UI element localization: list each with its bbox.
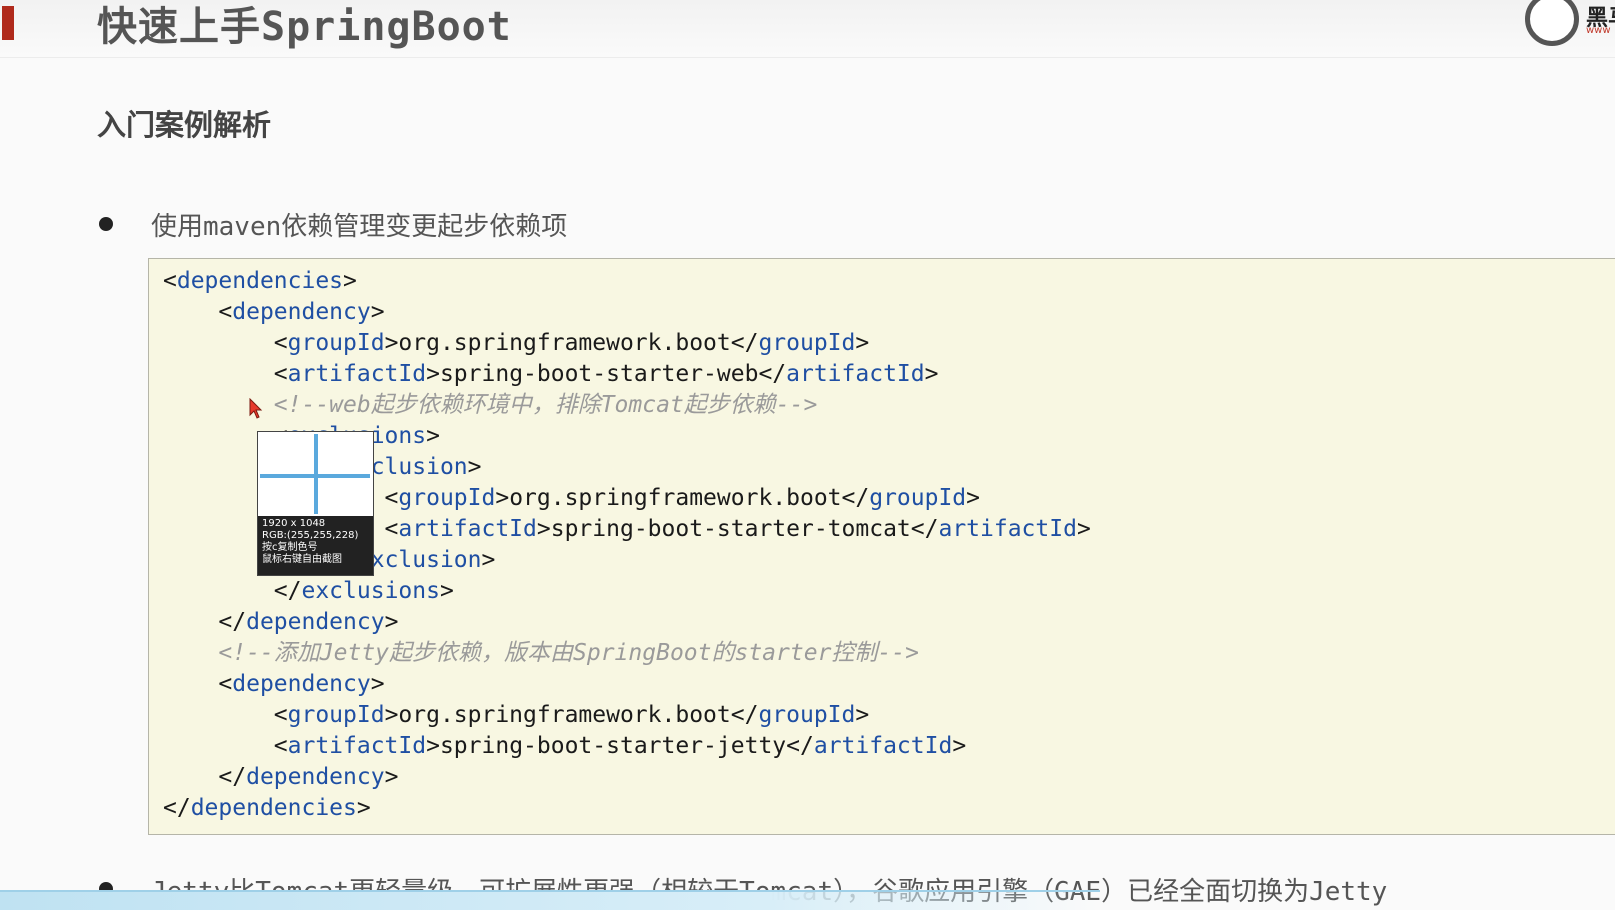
xml-tag-name: exclusions xyxy=(301,578,440,604)
xml-tag-name: artifactId xyxy=(938,516,1077,542)
xml-tag-name: dependencies xyxy=(176,268,344,294)
mouse-cursor-icon xyxy=(249,398,263,419)
xml-tag-name: dependency xyxy=(246,609,385,635)
code-line: <groupId>org.springframework.boot</group… xyxy=(163,328,869,359)
color-picker-info: 1920 x 1048 RGB:(255,255,228) 按c复制色号 鼠标右… xyxy=(258,516,373,575)
xml-text: > xyxy=(356,795,371,821)
xml-text: >spring-boot-starter-jetty</ xyxy=(426,733,814,759)
xml-text: >org.springframework.boot</ xyxy=(384,330,759,356)
xml-tag-name: artifactId xyxy=(813,733,953,759)
code-line: <dependency> xyxy=(163,297,385,328)
picker-size: 1920 x 1048 xyxy=(262,518,326,529)
xml-text: > xyxy=(370,671,385,697)
code-line: <dependency> xyxy=(163,669,385,700)
xml-text: < xyxy=(163,299,233,325)
xml-tag-name: dependencies xyxy=(190,795,357,821)
xml-tag-name: groupId xyxy=(758,702,856,728)
code-line: <artifactId>spring-boot-starter-jetty</a… xyxy=(163,731,966,762)
xml-text: < xyxy=(163,330,288,356)
xml-text: < xyxy=(163,361,288,387)
footer-decoration xyxy=(0,890,1100,910)
code-comment: <!--web起步依赖环境中，排除Tomcat起步依赖--> xyxy=(273,392,818,418)
xml-tag-name: exclusion xyxy=(356,547,482,573)
xml-text: > xyxy=(467,454,482,480)
xml-text: < xyxy=(163,268,177,294)
xml-text: >org.springframework.boot</ xyxy=(495,485,870,511)
xml-tag-name: groupId xyxy=(287,702,385,728)
xml-tag-name: groupId xyxy=(398,485,496,511)
picker-hint-copy: 按c复制色号 xyxy=(262,542,318,553)
xml-text: < xyxy=(163,733,288,759)
xml-text: >spring-boot-starter-web</ xyxy=(426,361,787,387)
xml-text: > xyxy=(370,299,385,325)
code-line: <artifactId>spring-boot-starter-web</art… xyxy=(163,359,939,390)
xml-tag-name: artifactId xyxy=(398,516,537,542)
header-accent-bar xyxy=(2,6,14,40)
xml-tag-name: groupId xyxy=(758,330,856,356)
brand-logo-url: www xyxy=(1586,25,1611,36)
section-title: 入门案例解析 xyxy=(97,108,272,142)
xml-text: > xyxy=(384,764,399,790)
code-line: </dependency> xyxy=(163,607,398,638)
code-line: </dependency> xyxy=(163,762,398,793)
xml-tag-name: artifactId xyxy=(786,361,925,387)
picker-rgb: RGB:(255,255,228) xyxy=(262,530,359,541)
xml-tag-name: groupId xyxy=(287,330,385,356)
code-line: <dependencies> xyxy=(163,266,357,297)
xml-tag-name: artifactId xyxy=(287,361,427,387)
xml-text: >spring-boot-starter-tomcat</ xyxy=(536,516,939,542)
color-picker-overlay: 1920 x 1048 RGB:(255,255,228) 按c复制色号 鼠标右… xyxy=(257,431,374,576)
xml-text: > xyxy=(439,578,454,604)
xml-text: > xyxy=(1076,516,1091,542)
xml-text: </ xyxy=(163,609,247,635)
xml-tag-name: artifactId xyxy=(287,733,427,759)
code-line: </exclusions> xyxy=(163,576,454,607)
xml-text: </ xyxy=(163,795,191,821)
xml-text: > xyxy=(855,702,870,728)
xml-tag-name: dependency xyxy=(232,671,371,697)
xml-text: > xyxy=(343,268,357,294)
xml-text: < xyxy=(163,671,233,697)
code-line: <!--添加Jetty起步依赖，版本由SpringBoot的starter控制-… xyxy=(163,638,919,669)
xml-text: </ xyxy=(163,578,302,604)
crosshair-vertical xyxy=(314,434,318,514)
bullet-text: 使用maven依赖管理变更起步依赖项 xyxy=(151,212,568,242)
xml-text: > xyxy=(855,330,870,356)
xml-text: < xyxy=(163,702,288,728)
xml-text: > xyxy=(952,733,967,759)
xml-text: >org.springframework.boot</ xyxy=(384,702,759,728)
xml-tag-name: groupId xyxy=(869,485,967,511)
xml-tag-name: dependency xyxy=(232,299,371,325)
picker-hint-screenshot: 鼠标右键自由截图 xyxy=(262,554,342,565)
code-comment: <!--添加Jetty起步依赖，版本由SpringBoot的starter控制-… xyxy=(218,640,919,666)
xml-text: > xyxy=(924,361,939,387)
slide-title: 快速上手SpringBoot xyxy=(97,4,512,50)
bullet-dot-icon xyxy=(99,217,113,231)
code-line: </dependencies> xyxy=(163,793,371,824)
xml-text: > xyxy=(426,423,440,449)
xml-text: </ xyxy=(163,764,247,790)
xml-tag-name: dependency xyxy=(246,764,385,790)
xml-text: > xyxy=(481,547,496,573)
xml-text: > xyxy=(966,485,981,511)
code-line: <groupId>org.springframework.boot</group… xyxy=(163,700,869,731)
xml-text: > xyxy=(384,609,399,635)
